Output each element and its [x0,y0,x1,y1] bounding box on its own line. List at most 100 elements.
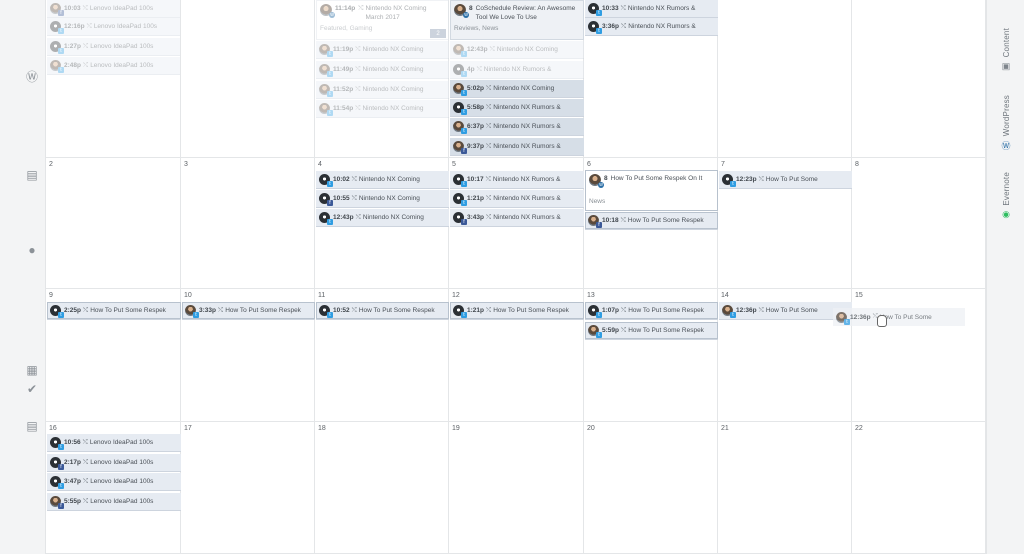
facebook-icon: f [461,148,467,154]
calendar-event[interactable]: t 1:21p ⤭ Nintendo NX Rumors & [450,190,584,208]
calendar-event[interactable]: t 5:58p ⤭ Nintendo NX Rumors & [450,99,584,117]
calendar-icon[interactable]: ▦ [24,362,40,378]
twitter-icon: t [596,332,602,338]
comment-icon[interactable]: ● [24,242,40,258]
calendar-event[interactable]: t 3:36p ⤭ Nintendo NX Rumors & [585,18,718,36]
calendar-event[interactable]: f 10:55 ⤭ Nintendo NX Coming [316,190,449,208]
event-title: How To Put Some Respek [628,307,704,314]
day-number: 14 [721,292,729,299]
tab-content[interactable]: Content ▣ [987,28,1024,71]
event-time: 12:43p [333,214,354,221]
retweet-icon: ⤭ [355,65,361,73]
post-card[interactable]: w 8 How To Put Some Respek On It News [585,170,718,211]
post-card[interactable]: w 11:14p ⤭ Nintendo NX Coming March 2017… [316,0,449,40]
day-number: 8 [855,161,859,168]
tab-wordpress[interactable]: WordPress Ⓦ [987,95,1024,151]
event-time: 6:37p [467,123,484,130]
retweet-icon: ⤭ [355,104,361,112]
retweet-icon: ⤭ [758,306,764,314]
calendar-event[interactable]: f 10:18 ⤭ How To Put Some Respek [585,212,718,230]
twitter-icon: t [844,318,850,325]
calendar-event[interactable]: t 2:25p ⤭ How To Put Some Respek [47,302,181,320]
calendar-event[interactable]: t 5:59p ⤭ How To Put Some Respek [585,322,718,340]
calendar-event[interactable]: t 10:02 ⤭ Nintendo NX Coming [316,171,449,189]
avatar: f [453,141,467,154]
calendar-event[interactable]: t 5:02p ⤭ Nintendo NX Coming [450,80,584,98]
avatar: t [50,60,64,73]
event-title: Nintendo NX Coming [362,86,424,93]
day-cell[interactable]: 17 [181,422,315,554]
calendar-event[interactable]: t 10:56 ⤭ Lenovo IdeaPad 100s [47,434,181,452]
list-icon[interactable]: ▤ [24,418,40,434]
calendar-event[interactable]: t 2:48p ⤭ Lenovo IdeaPad 100s [47,57,180,75]
calendar-event[interactable]: t 3:33p ⤭ How To Put Some Respek [182,302,315,320]
day-cell[interactable]: 18 [315,422,449,554]
calendar-event[interactable]: t 11:49p ⤭ Nintendo NX Coming [316,61,449,79]
event-title: How To Put Some Respek [90,307,166,314]
calendar-event[interactable]: t 6:37p ⤭ Nintendo NX Rumors & [450,118,584,136]
calendar-event[interactable]: t 10:33 ⤭ Nintendo NX Rumors & [585,0,718,18]
avatar: w [454,4,469,18]
event-title: Lenovo IdeaPad 100s [90,62,154,69]
day-cell[interactable]: 2 [46,158,181,289]
day-cell[interactable]: 20 [584,422,718,554]
retweet-icon: ⤭ [489,45,495,53]
check-icon[interactable]: ✔ [24,381,40,397]
day-cell[interactable]: 3 [181,158,315,289]
avatar: t [319,44,333,57]
day-cell[interactable] [852,0,986,158]
event-title: Nintendo NX Coming [496,46,558,53]
day-cell[interactable] [718,0,852,158]
day-cell[interactable] [181,0,315,158]
day-cell[interactable]: 8 [852,158,986,289]
day-cell[interactable]: 22 [852,422,986,554]
twitter-icon: t [596,10,602,16]
event-title: How To Put Some [765,176,818,183]
calendar-event[interactable]: f 5:55p ⤭ Lenovo IdeaPad 100s [47,493,181,511]
calendar-event[interactable]: t 11:54p ⤭ Nintendo NX Coming [316,100,449,118]
event-title: Nintendo NX Coming [362,105,424,112]
calendar-event[interactable]: t 1:21p ⤭ How To Put Some Respek [450,302,584,320]
avatar: t [453,193,467,206]
day-cell[interactable]: 21 [718,422,852,554]
event-time: 1:27p [64,43,81,50]
event-time: 10:52 [333,307,350,314]
post-card[interactable]: w 8 CoSchedule Review: An Awesome Tool W… [450,0,584,40]
twitter-icon: t [461,71,467,77]
calendar-event[interactable]: t 1:07p ⤭ How To Put Some Respek [585,302,718,320]
calendar-event[interactable]: t 10:52 ⤭ How To Put Some Respek [316,302,449,320]
document-icon[interactable]: ▤ [24,167,40,183]
calendar-event[interactable]: t 12:16p ⤭ Lenovo IdeaPad 100s [47,18,180,36]
calendar-event[interactable]: t 3:47p ⤭ Lenovo IdeaPad 100s [47,473,181,491]
event-time: 4p [467,66,475,73]
event-title: Nintendo NX Rumors & [627,5,696,12]
calendar-event[interactable]: t 11:19p ⤭ Nintendo NX Coming [316,41,449,59]
day-cell[interactable]: 19 [449,422,584,554]
calendar-event[interactable]: t 12:43p ⤭ Nintendo NX Coming [316,209,449,227]
retweet-icon: ⤭ [620,4,626,12]
calendar-event[interactable]: f 10:03 ⤭ Lenovo IdeaPad 100s [47,0,180,18]
avatar: t [453,305,467,318]
tab-evernote[interactable]: Evernote ◉ [987,172,1024,220]
calendar-event[interactable]: t 1:27p ⤭ Lenovo IdeaPad 100s [47,38,180,56]
calendar-event[interactable]: t 12:43p ⤭ Nintendo NX Coming [450,41,584,59]
facebook-icon: f [58,10,64,16]
wordpress-icon[interactable]: Ⓦ [24,68,40,84]
calendar-event[interactable]: f 2:17p ⤭ Lenovo IdeaPad 100s [47,454,181,472]
avatar: f [588,215,602,228]
calendar-event[interactable]: t 4p ⤭ Nintendo NX Rumors & [450,61,584,79]
calendar-event[interactable]: f 9:37p ⤭ Nintendo NX Rumors & [450,138,584,156]
day-number: 22 [855,425,863,432]
calendar-event[interactable]: t 10:17 ⤭ Nintendo NX Rumors & [450,171,584,189]
dragging-event[interactable]: t 12:36p ⤭ How To Put Some [833,308,965,326]
avatar: t [319,174,333,187]
calendar-event[interactable]: f 3:43p ⤭ Nintendo NX Rumors & [450,209,584,227]
calendar-event[interactable]: t 11:52p ⤭ Nintendo NX Coming [316,81,449,99]
retweet-icon: ⤭ [485,103,492,111]
retweet-icon: ⤭ [485,175,491,183]
event-time: 10:03 [64,5,81,12]
facebook-icon: f [596,222,602,228]
avatar: t [453,64,467,77]
calendar-event[interactable]: t 12:23p ⤭ How To Put Some [719,171,852,189]
event-title: How To Put Some Respek [628,327,704,334]
